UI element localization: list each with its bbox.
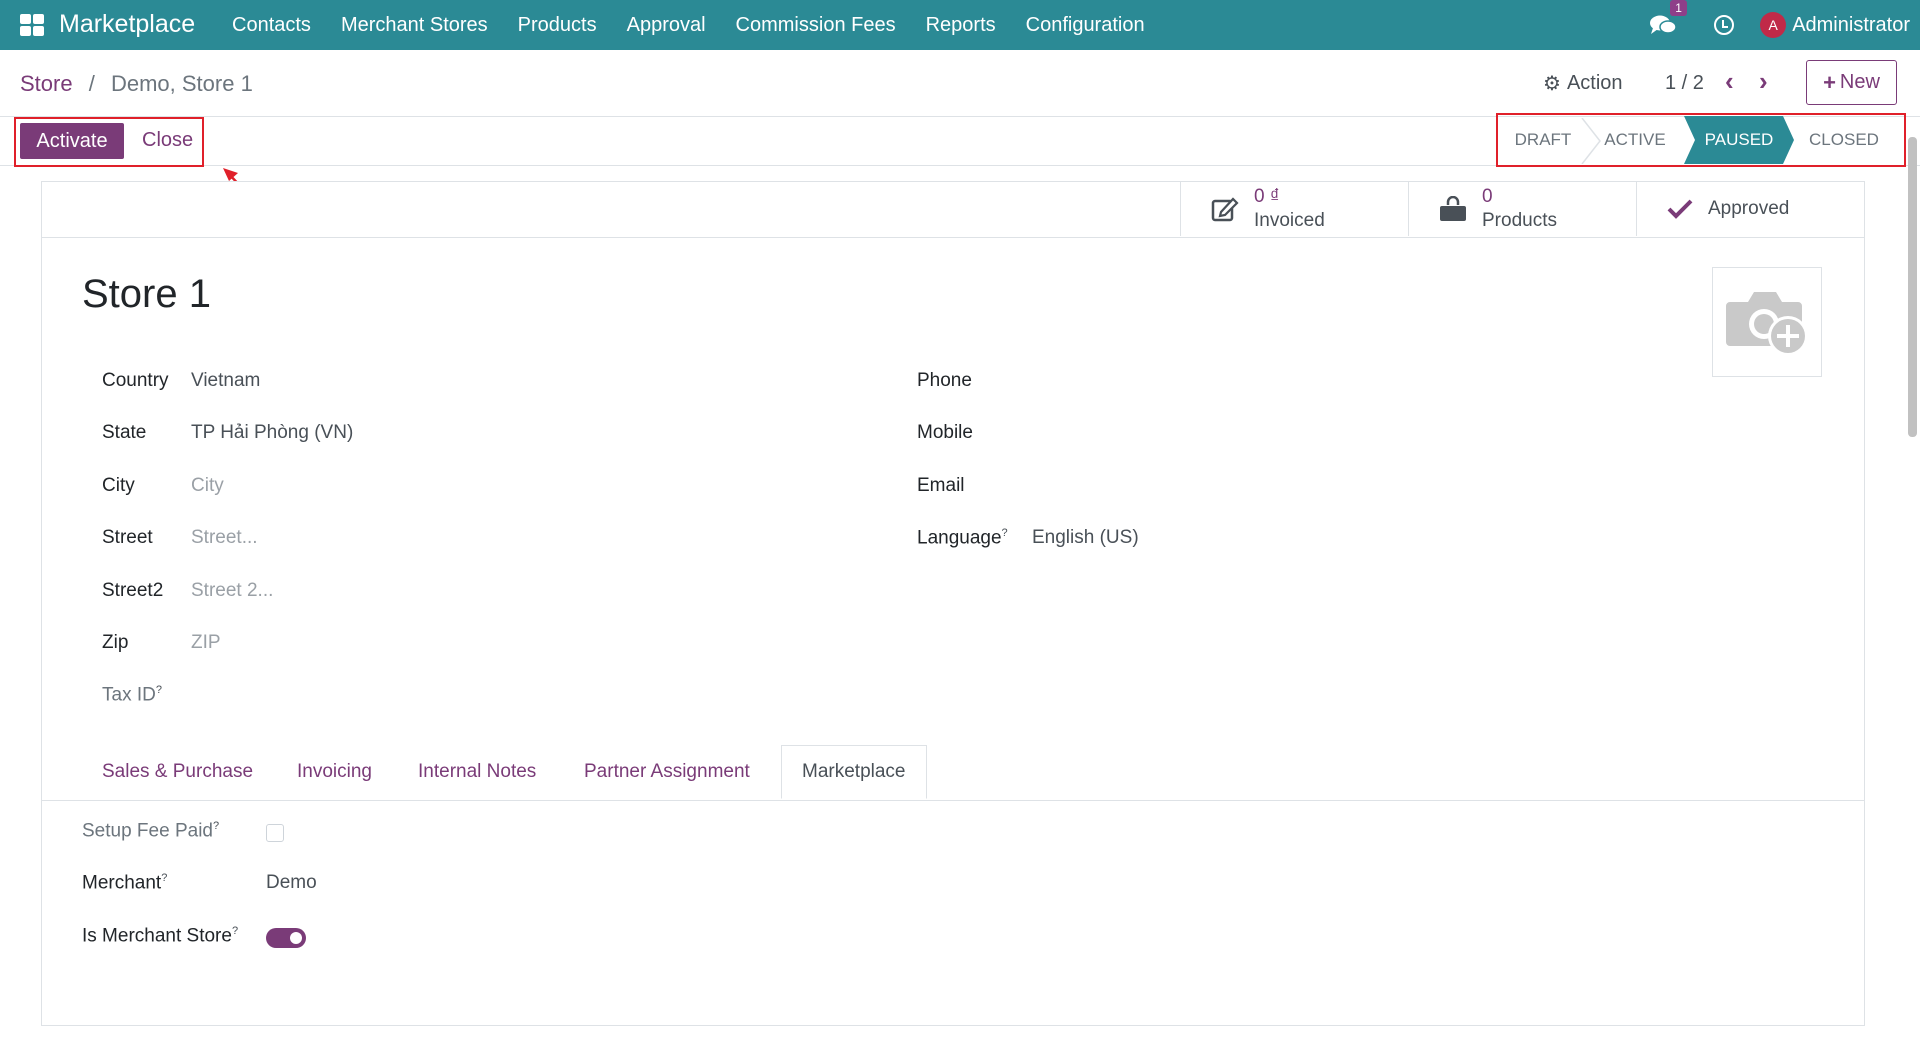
user-name[interactable]: Administrator <box>1792 14 1910 37</box>
menu-configuration[interactable]: Configuration <box>1026 14 1145 37</box>
breadcrumb: Store / Demo, Store 1 <box>20 71 253 97</box>
setup-fee-paid-checkbox[interactable] <box>266 824 284 842</box>
city-field[interactable]: City <box>191 475 224 497</box>
help-icon[interactable]: ? <box>1002 527 1008 539</box>
country-field[interactable]: Vietnam <box>191 370 260 392</box>
phone-label: Phone <box>917 370 972 391</box>
help-icon[interactable]: ? <box>213 820 219 832</box>
plus-icon: + <box>1823 69 1836 95</box>
breadcrumb-separator: / <box>88 71 95 96</box>
setup-fee-paid-label: Setup Fee Paid? <box>82 820 220 842</box>
invoiced-label: Invoiced <box>1254 210 1325 231</box>
merchant-label: Merchant? <box>82 872 168 894</box>
activity-clock-icon[interactable] <box>1714 15 1735 35</box>
country-label: Country <box>102 370 169 391</box>
invoiced-smart-button[interactable]: 0 ₫ Invoiced <box>1180 182 1409 236</box>
help-icon[interactable]: ? <box>156 684 162 696</box>
help-icon[interactable]: ? <box>161 872 167 884</box>
smart-buttons-bar: 0 ₫ Invoiced 0 Products Approved <box>42 182 1864 238</box>
menu-products[interactable]: Products <box>518 14 597 37</box>
record-title[interactable]: Store 1 <box>82 272 211 317</box>
breadcrumb-current: Demo, Store 1 <box>110 71 253 96</box>
pager-value[interactable]: 1 / 2 <box>1665 72 1704 95</box>
tab-internal-notes[interactable]: Internal Notes <box>418 745 536 799</box>
annotation-highlight-stages <box>1496 113 1906 167</box>
street-field[interactable]: Street... <box>191 527 258 549</box>
approved-label: Approved <box>1708 198 1790 219</box>
products-value: 0 <box>1482 186 1493 207</box>
approved-smart-button[interactable]: Approved <box>1636 182 1865 236</box>
app-brand[interactable]: Marketplace <box>59 10 195 39</box>
chat-icon[interactable]: 1 <box>1650 0 1687 36</box>
mobile-label: Mobile <box>917 422 973 443</box>
zip-label: Zip <box>102 632 129 653</box>
merchant-field[interactable]: Demo <box>266 872 317 894</box>
gear-icon: ⚙ <box>1543 73 1561 95</box>
action-label: Action <box>1566 72 1623 94</box>
language-field[interactable]: English (US) <box>1032 527 1139 549</box>
zip-field[interactable]: ZIP <box>191 632 221 654</box>
top-navbar: Marketplace Contacts Merchant Stores Pro… <box>0 0 1920 50</box>
state-label: State <box>102 422 147 443</box>
products-smart-button[interactable]: 0 Products <box>1408 182 1637 236</box>
street2-field[interactable]: Street 2... <box>191 580 273 602</box>
form-sheet: 0 ₫ Invoiced 0 Products Approved Store 1… <box>41 181 1865 1026</box>
check-icon <box>1667 198 1693 220</box>
navbar-systray: 1 A Administrator <box>1650 0 1910 50</box>
tab-partner-assignment[interactable]: Partner Assignment <box>584 745 750 799</box>
street-label: Street <box>102 527 153 548</box>
new-label: New <box>1839 71 1880 93</box>
main-menu: Contacts Merchant Stores Products Approv… <box>232 14 1175 37</box>
new-button[interactable]: + New <box>1806 60 1897 105</box>
apps-menu-icon[interactable] <box>20 14 44 36</box>
pager-previous-icon[interactable]: ‹ <box>1725 66 1734 97</box>
tab-sales-purchase[interactable]: Sales & Purchase <box>102 745 253 799</box>
is-merchant-store-toggle[interactable] <box>266 928 306 948</box>
invoice-edit-icon <box>1211 196 1239 222</box>
email-label: Email <box>917 475 965 496</box>
shopping-bag-icon <box>1439 196 1467 222</box>
city-label: City <box>102 475 135 496</box>
breadcrumb-parent[interactable]: Store <box>20 71 73 96</box>
image-upload[interactable] <box>1712 267 1822 377</box>
tab-invoicing[interactable]: Invoicing <box>297 745 372 799</box>
user-avatar[interactable]: A <box>1760 12 1787 38</box>
chat-badge: 1 <box>1670 0 1687 16</box>
menu-commission-fees[interactable]: Commission Fees <box>736 14 896 37</box>
menu-reports[interactable]: Reports <box>926 14 996 37</box>
help-icon[interactable]: ? <box>232 925 238 937</box>
invoiced-value: 0 ₫ <box>1254 186 1280 207</box>
menu-approval[interactable]: Approval <box>627 14 706 37</box>
street2-label: Street2 <box>102 580 164 601</box>
annotation-highlight-buttons <box>14 117 204 167</box>
menu-contacts[interactable]: Contacts <box>232 14 311 37</box>
action-button[interactable]: ⚙ Action <box>1543 71 1623 96</box>
products-label: Products <box>1482 210 1557 231</box>
control-panel: Store / Demo, Store 1 ⚙ Action 1 / 2 ‹ ›… <box>0 50 1920 116</box>
camera-plus-icon <box>1726 292 1808 356</box>
is-merchant-store-label: Is Merchant Store? <box>82 925 239 947</box>
vertical-scrollbar[interactable] <box>1908 137 1917 437</box>
language-label: Language? <box>917 527 1008 549</box>
menu-merchant-stores[interactable]: Merchant Stores <box>341 14 488 37</box>
tax-id-label: Tax ID? <box>102 684 162 706</box>
notebook-tabs: Sales & Purchase Invoicing Internal Note… <box>42 745 1864 801</box>
tab-marketplace[interactable]: Marketplace <box>781 745 927 799</box>
state-field[interactable]: TP Hải Phòng (VN) <box>191 422 353 444</box>
pager-next-icon[interactable]: › <box>1759 66 1768 97</box>
chat-bubbles-icon <box>1650 15 1677 34</box>
